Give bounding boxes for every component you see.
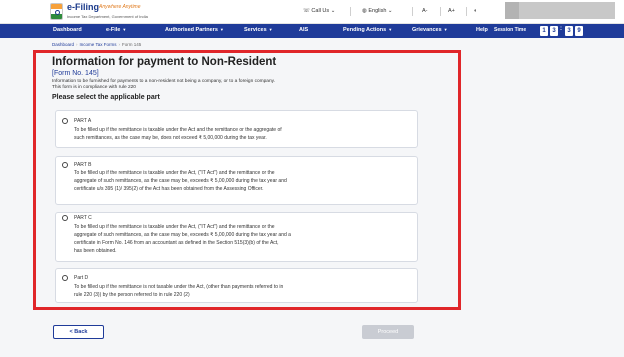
option-description: To be filled up if the remittance is tax…	[74, 170, 275, 176]
nav-grievances[interactable]: Grievances ▼	[412, 27, 448, 33]
chevron-down-icon: ⌄	[330, 8, 336, 14]
breadcrumb-current: Form 145	[121, 42, 142, 47]
option-part-d[interactable]: Part D To be filled up if the remittance…	[55, 268, 418, 303]
back-button[interactable]: < Back	[53, 325, 104, 339]
chevron-down-icon: ▼	[388, 27, 393, 32]
contrast-toggle-icon[interactable]: ◐	[474, 8, 477, 14]
form-number: [Form No. 145]	[52, 70, 99, 77]
option-description: such remittances, as the case may be, do…	[74, 135, 267, 141]
avatar[interactable]	[505, 2, 519, 19]
option-title: PART B	[74, 162, 92, 168]
form-description: Information to be furnished for payments…	[52, 79, 276, 84]
globe-icon: ◍	[362, 8, 367, 14]
option-part-a[interactable]: PART A To be filled up if the remittance…	[55, 110, 418, 148]
brand-subtitle: Income Tax Department, Government of Ind…	[67, 14, 148, 19]
call-us-link[interactable]: ☏ Call Us ⌄	[303, 8, 335, 14]
font-increase-button[interactable]: A+	[448, 8, 455, 14]
user-profile-menu[interactable]	[505, 2, 615, 19]
nav-services[interactable]: Services ▼	[244, 27, 273, 33]
option-title: PART C	[74, 215, 92, 221]
breadcrumb-dashboard[interactable]: Dashboard	[52, 42, 74, 47]
font-decrease-button[interactable]: A-	[422, 8, 428, 14]
option-description: To be filled up if the remittance is not…	[74, 284, 284, 290]
radio-part-b[interactable]	[62, 162, 68, 168]
divider	[350, 7, 351, 16]
chevron-right-icon: ›	[76, 42, 78, 47]
proceed-button[interactable]: Proceed	[362, 325, 414, 339]
session-digit: 3	[550, 26, 558, 36]
breadcrumb: Dashboard › Income Tax Forms › Form 145	[52, 42, 141, 47]
brand-title: e-Filing	[67, 2, 99, 12]
option-part-c[interactable]: PART C To be filled up if the remittance…	[55, 212, 418, 262]
breadcrumb-income-tax-forms[interactable]: Income Tax Forms	[80, 42, 117, 47]
session-digit: 1	[540, 26, 548, 36]
chevron-right-icon: ›	[118, 42, 120, 47]
nav-pending-actions[interactable]: Pending Actions ▼	[343, 27, 392, 33]
radio-part-a[interactable]	[62, 118, 68, 124]
option-title: PART A	[74, 118, 92, 124]
nav-dashboard[interactable]: Dashboard	[53, 27, 82, 33]
efiling-logo[interactable]	[50, 3, 63, 20]
option-description: To be filled up if the remittance is tax…	[74, 224, 275, 230]
divider	[466, 7, 467, 16]
nav-efile[interactable]: e-File ▼	[106, 27, 126, 33]
session-digit: 3	[565, 26, 573, 36]
option-description: rule 220 (3)) by the person referred to …	[74, 292, 190, 298]
chevron-down-icon: ⌄	[387, 8, 393, 14]
nav-authorised-partners[interactable]: Authorised Partners ▼	[165, 27, 224, 33]
option-description: certificate u/s 395 (1)/ 395(2) of the A…	[74, 186, 264, 192]
option-title: Part D	[74, 275, 89, 281]
main-nav: Dashboard e-File ▼ Authorised Partners ▼ S…	[0, 24, 624, 38]
option-description: aggregate of such remittances, as the ca…	[74, 232, 291, 238]
brand-tagline: Anywhere Anytime	[99, 4, 141, 10]
nav-help[interactable]: Help	[476, 27, 488, 33]
form-compliance-note: This form is in compliance with rule 220	[52, 85, 136, 90]
divider	[440, 7, 441, 16]
option-description: certificate in Form No. 146 from an acco…	[74, 240, 279, 246]
chevron-down-icon: ▼	[219, 27, 224, 32]
chevron-down-icon: ▼	[268, 27, 273, 32]
option-part-b[interactable]: PART B To be filled up if the remittance…	[55, 156, 418, 205]
top-header: e-Filing Anywhere Anytime Income Tax Dep…	[0, 0, 624, 24]
language-selector[interactable]: ◍ English ⌄	[362, 8, 393, 14]
option-description: aggregate of such remittances, as the ca…	[74, 178, 287, 184]
option-description: has been obtained.	[74, 248, 117, 254]
session-separator: :	[560, 26, 562, 32]
divider	[412, 7, 413, 16]
session-time-label: Session Time	[494, 27, 527, 33]
nav-ais[interactable]: AIS	[299, 27, 308, 33]
option-description: To be filled up if the remittance is tax…	[74, 127, 282, 133]
page-title: Information for payment to Non-Resident	[52, 56, 277, 68]
session-digit: 9	[575, 26, 583, 36]
select-part-label: Please select the applicable part	[52, 94, 160, 101]
chevron-down-icon: ▼	[122, 27, 127, 32]
radio-part-c[interactable]	[62, 215, 68, 221]
chevron-down-icon: ▼	[443, 27, 448, 32]
phone-icon: ☏	[303, 8, 310, 14]
radio-part-d[interactable]	[62, 275, 68, 281]
